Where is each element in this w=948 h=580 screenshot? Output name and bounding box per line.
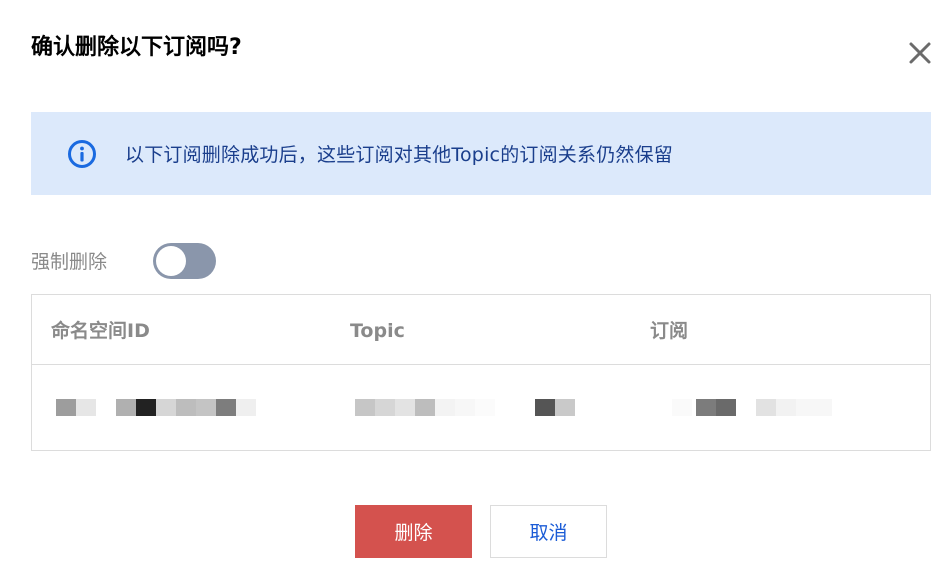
redacted-subscription [672, 399, 832, 416]
force-delete-label: 强制删除 [31, 250, 108, 273]
dialog-title: 确认删除以下订阅吗? [31, 35, 242, 60]
delete-button[interactable]: 删除 [355, 505, 472, 558]
info-notice: 以下订阅删除成功后，这些订阅对其他Topic的订阅关系仍然保留 [31, 112, 931, 195]
subscription-table: 命名空间ID Topic 订阅 [31, 294, 931, 451]
redacted-topic [355, 399, 575, 416]
info-icon [67, 139, 97, 169]
close-icon[interactable] [903, 36, 937, 70]
redacted-namespace-id [56, 399, 256, 416]
cancel-button[interactable]: 取消 [490, 505, 607, 558]
column-header-subscription: 订阅 [650, 320, 689, 342]
toggle-knob [156, 246, 186, 276]
table-header: 命名空间ID Topic 订阅 [32, 295, 930, 365]
column-header-namespace-id: 命名空间ID [51, 320, 150, 342]
force-delete-toggle[interactable] [153, 243, 216, 279]
force-delete-row: 强制删除 [31, 240, 107, 280]
column-header-topic: Topic [350, 320, 405, 342]
table-row [32, 365, 930, 450]
notice-text: 以下订阅删除成功后，这些订阅对其他Topic的订阅关系仍然保留 [125, 144, 673, 166]
